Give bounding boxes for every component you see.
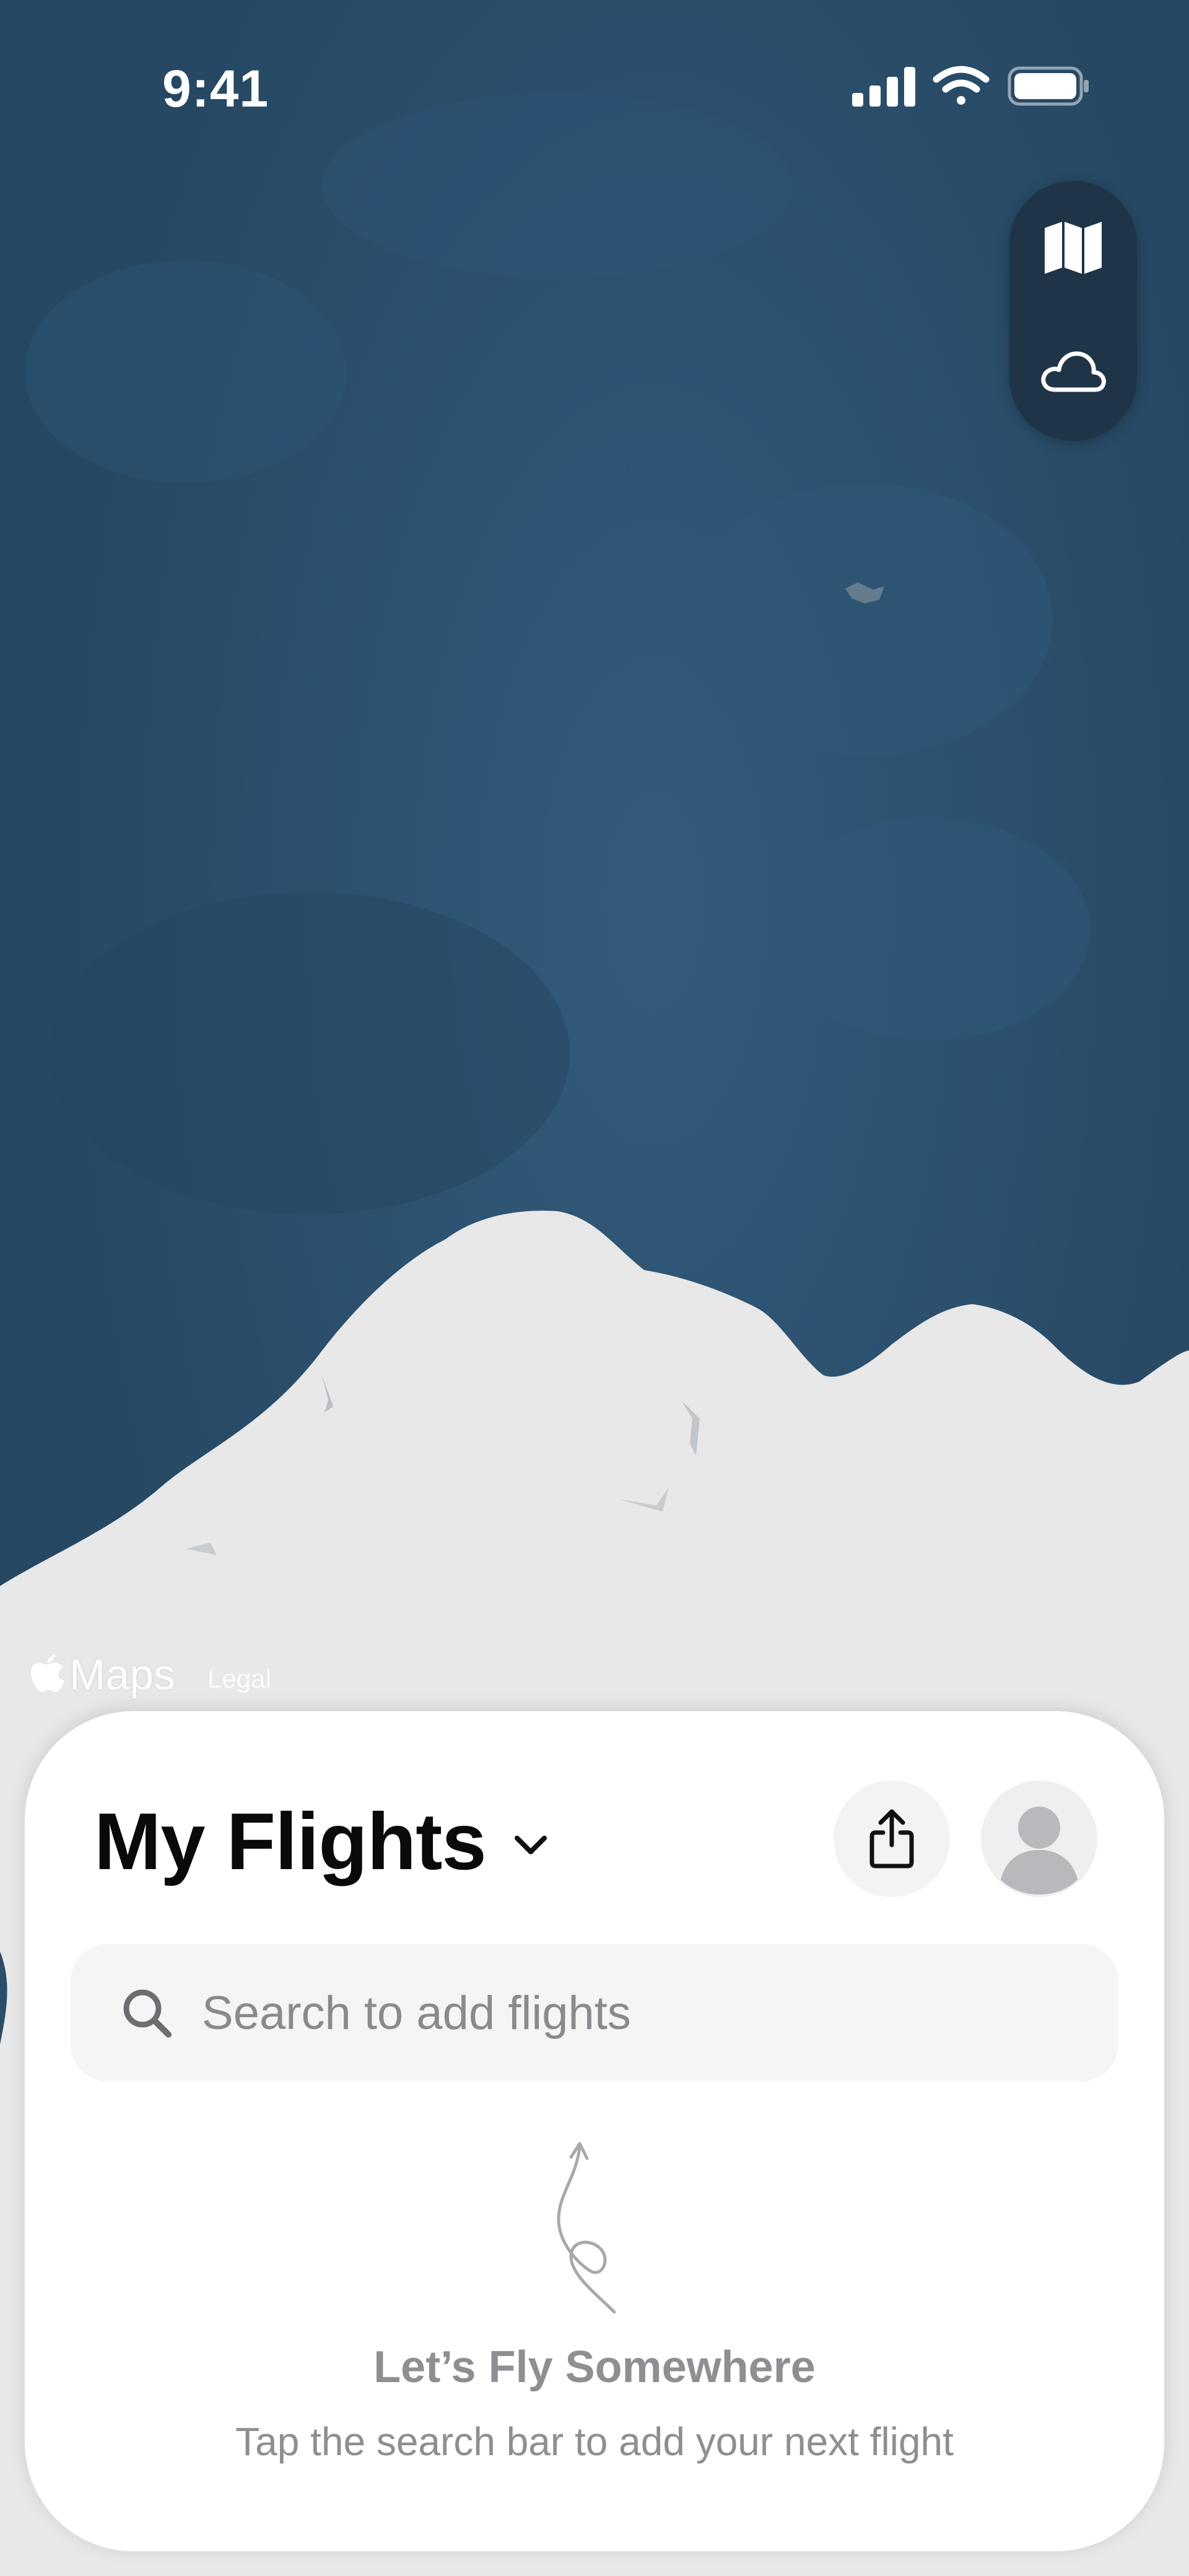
chevron-down-icon	[514, 1836, 547, 1854]
legal-link[interactable]: Legal	[207, 1664, 271, 1694]
status-bar: 9:41	[0, 0, 1189, 173]
weather-layer-button[interactable]	[1009, 307, 1137, 435]
share-icon	[869, 1809, 914, 1868]
search-input[interactable]: Search to add flights	[71, 1944, 1118, 2082]
person-icon	[1001, 1807, 1078, 1895]
maps-logo-text: Maps	[69, 1650, 176, 1699]
apple-logo-icon	[31, 1655, 64, 1692]
map-controls	[1009, 181, 1137, 441]
empty-state-title: Let’s Fly Somewhere	[373, 2342, 816, 2392]
page-title: My Flights	[94, 1796, 487, 1886]
status-icons	[850, 64, 1091, 108]
profile-button[interactable]	[981, 1781, 1097, 1897]
maps-attribution: Maps Legal	[31, 1647, 271, 1702]
search-placeholder: Search to add flights	[202, 1986, 631, 2039]
map-style-button[interactable]	[1009, 183, 1137, 311]
sheet-header: My Flights	[25, 1711, 1164, 1916]
share-button[interactable]	[834, 1781, 950, 1897]
flights-title-menu[interactable]: My Flights	[94, 1792, 547, 1891]
battery-icon	[1008, 66, 1089, 106]
cellular-signal-icon	[852, 67, 915, 107]
cloud-icon	[1041, 351, 1106, 392]
status-time: 9:41	[162, 59, 269, 118]
search-icon	[119, 1985, 175, 2041]
flights-sheet: My Flights Search to add flights Let’s F…	[25, 1711, 1164, 2551]
wifi-icon	[933, 66, 990, 105]
empty-state: Let’s Fly Somewhere Tap the search bar t…	[25, 2139, 1164, 2510]
flight-path-arrow-icon	[557, 2142, 616, 2314]
empty-state-subtitle: Tap the search bar to add your next flig…	[235, 2419, 954, 2464]
map-icon	[1045, 222, 1102, 274]
